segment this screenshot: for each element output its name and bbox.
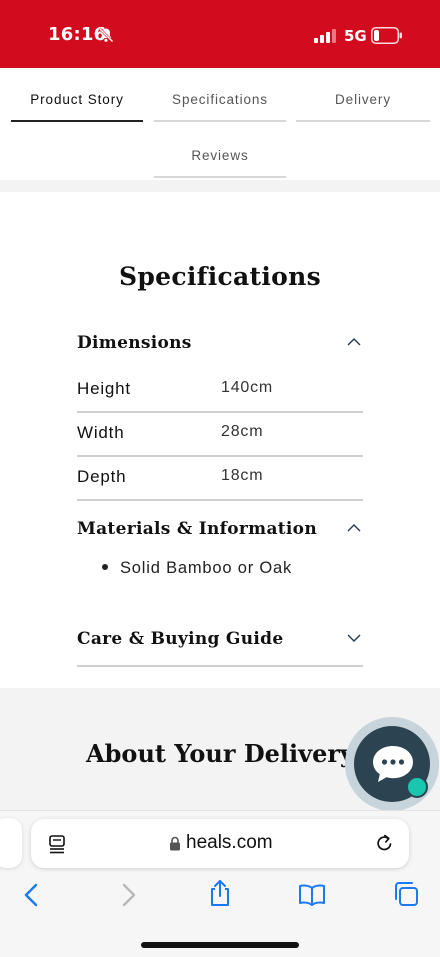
accordion-title: Materials & Information — [77, 519, 317, 539]
spec-label: Width — [77, 423, 125, 442]
reader-mode-icon[interactable] — [47, 834, 67, 854]
spec-row-depth: Depth 18cm — [77, 457, 363, 501]
battery-icon — [371, 27, 402, 44]
spec-label: Depth — [77, 467, 127, 486]
product-tabs: Product Story Specifications Delivery Re… — [0, 68, 440, 180]
accordion-materials[interactable]: Materials & Information — [77, 519, 363, 543]
signal-icon — [314, 29, 336, 43]
tab-reviews[interactable]: Reviews — [154, 124, 286, 178]
chevron-up-icon — [347, 338, 361, 346]
tab-delivery[interactable]: Delivery — [296, 68, 430, 122]
accordion-title: Care & Buying Guide — [77, 629, 284, 649]
bullet-icon — [102, 563, 108, 570]
section-divider — [0, 180, 440, 192]
list-item-text: Solid Bamboo or Oak — [120, 559, 293, 577]
bookmarks-icon[interactable] — [298, 881, 326, 909]
previous-tab-preview[interactable] — [0, 818, 22, 868]
forward-icon[interactable] — [114, 881, 142, 909]
accordion-title: Dimensions — [77, 333, 192, 353]
reload-icon[interactable] — [374, 833, 395, 854]
tab-product-story[interactable]: Product Story — [11, 68, 143, 122]
url-text[interactable]: heals.com — [186, 832, 273, 854]
accordion-dimensions[interactable]: Dimensions — [77, 333, 363, 357]
chevron-up-icon — [347, 524, 361, 532]
online-status-dot — [406, 776, 428, 798]
spec-value: 28cm — [221, 423, 264, 440]
spec-row-width: Width 28cm — [77, 413, 363, 457]
network-label: 5G — [344, 27, 367, 45]
home-indicator — [141, 942, 299, 948]
list-item: Solid Bamboo or Oak — [102, 559, 292, 578]
divider — [77, 665, 363, 667]
spec-value: 18cm — [221, 467, 264, 484]
bell-slash-icon — [98, 27, 114, 43]
share-icon[interactable] — [206, 879, 234, 907]
accordion-care-guide[interactable]: Care & Buying Guide — [77, 629, 363, 653]
back-icon[interactable] — [18, 881, 46, 909]
status-bar: 16:16 5G — [0, 0, 440, 68]
tabs-icon[interactable] — [392, 880, 420, 908]
chevron-down-icon — [347, 634, 361, 642]
spec-value: 140cm — [221, 379, 274, 396]
lock-icon — [170, 836, 180, 851]
section-title: Specifications — [118, 262, 321, 291]
spec-row-height: Height 140cm — [77, 369, 363, 413]
tab-specifications[interactable]: Specifications — [154, 68, 286, 122]
spec-label: Height — [77, 379, 131, 398]
